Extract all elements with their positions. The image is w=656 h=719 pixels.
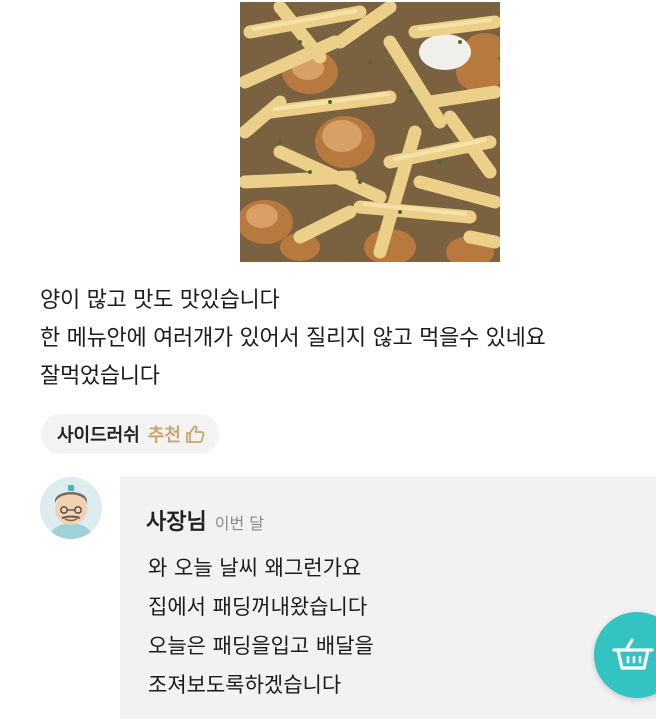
review-page: 양이 많고 맛도 맛있습니다 한 메뉴안에 여러개가 있어서 질리지 않고 먹을… bbox=[0, 0, 656, 719]
review-line: 한 메뉴안에 여러개가 있어서 질리지 않고 먹을수 있네요 bbox=[40, 326, 546, 351]
review-body: 양이 많고 맛도 맛있습니다 한 메뉴안에 여러개가 있어서 질리지 않고 먹을… bbox=[40, 282, 650, 396]
recommend-label: 추천 bbox=[147, 425, 181, 446]
owner-name: 사장님 bbox=[146, 510, 207, 535]
shopping-basket-icon bbox=[612, 638, 654, 670]
recommended-menu-chip[interactable]: 사이드러쉬 추천 bbox=[41, 414, 219, 454]
review-line: 잘먹었습니다 bbox=[40, 364, 160, 389]
owner-reply-body: 와 오늘 날씨 왜그런가요 집에서 패딩꺼내왔습니다 오늘은 패딩을입고 배달을… bbox=[148, 549, 588, 705]
reply-line: 오늘은 패딩을입고 배달을 bbox=[148, 634, 374, 658]
fries-image bbox=[240, 2, 500, 262]
review-line: 양이 많고 맛도 맛있습니다 bbox=[40, 288, 280, 313]
reply-date: 이번 달 bbox=[214, 514, 264, 533]
reply-line: 집에서 패딩꺼내왔습니다 bbox=[148, 595, 368, 619]
review-photo[interactable] bbox=[240, 2, 500, 262]
reply-line: 조져보도록하겠습니다 bbox=[148, 673, 342, 697]
owner-reply-header: 사장님 이번 달 bbox=[146, 504, 264, 536]
reply-line: 와 오늘 날씨 왜그런가요 bbox=[148, 556, 362, 580]
thumbs-up-icon bbox=[185, 425, 205, 443]
recommended-menu-name: 사이드러쉬 bbox=[57, 425, 140, 446]
owner-avatar bbox=[40, 477, 102, 539]
